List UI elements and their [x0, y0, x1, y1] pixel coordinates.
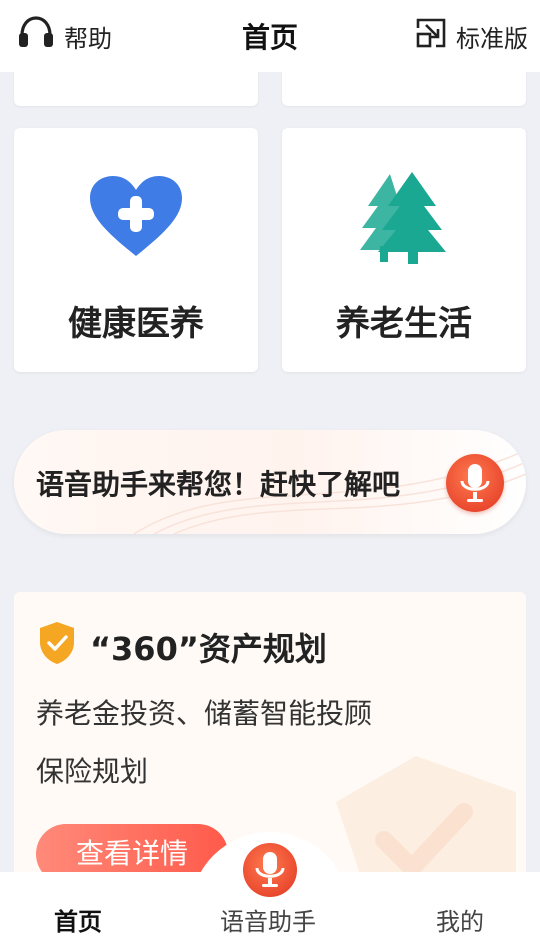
checkmark-watermark-icon — [336, 756, 516, 892]
shield-check-icon — [36, 620, 78, 670]
top-bar: 帮助 首页 标准版 — [0, 0, 540, 72]
service-label-health: 健康医养 — [68, 304, 204, 344]
voice-assistant-banner[interactable]: 语音助手来帮您！赶快了解吧 — [14, 430, 526, 534]
help-button[interactable]: 帮助 — [16, 13, 112, 59]
microphone-icon[interactable] — [446, 454, 504, 512]
headset-icon — [16, 13, 56, 59]
help-label: 帮助 — [64, 24, 112, 53]
standard-mode-label: 标准版 — [456, 24, 528, 53]
voice-banner-text: 语音助手来帮您！赶快了解吧 — [36, 468, 401, 501]
asset-card-line-2: 保险规划 — [36, 755, 149, 788]
switch-mode-icon — [414, 16, 448, 56]
microphone-icon[interactable] — [243, 843, 297, 897]
standard-mode-button[interactable]: 标准版 — [414, 16, 528, 56]
tab-mine[interactable]: 我的 — [436, 902, 484, 937]
asset-card-line-1: 养老金投资、储蓄智能投顾 — [36, 697, 373, 730]
pine-trees-icon — [282, 172, 526, 264]
asset-card-title: “360”资产规划 — [90, 630, 327, 668]
tab-voice-assistant[interactable]: 语音助手 — [220, 902, 316, 937]
service-label-elderly-life: 养老生活 — [336, 304, 472, 344]
heart-plus-icon — [14, 172, 258, 262]
tab-home[interactable]: 首页 — [54, 902, 102, 937]
